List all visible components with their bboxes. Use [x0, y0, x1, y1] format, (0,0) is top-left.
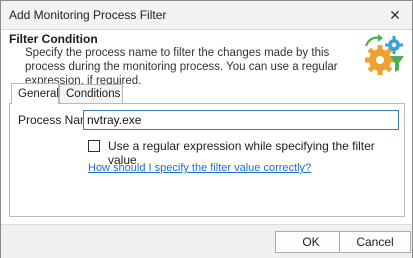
use-regex-checkbox[interactable]: [88, 140, 100, 152]
header-description: Specify the process name to filter the c…: [25, 47, 338, 87]
cancel-button[interactable]: Cancel: [339, 231, 411, 253]
tab-conditions[interactable]: Conditions: [59, 84, 123, 103]
header-section: Filter Condition Specify the process nam…: [1, 30, 412, 87]
close-icon[interactable]: ✕: [384, 5, 406, 25]
filter-help-link[interactable]: How should I specify the filter value co…: [88, 162, 311, 174]
header-title: Filter Condition: [9, 32, 98, 46]
window-title: Add Monitoring Process Filter: [9, 8, 167, 22]
filter-gears-icon: [364, 34, 404, 75]
tab-general[interactable]: General: [11, 83, 59, 104]
process-name-input[interactable]: [83, 110, 399, 130]
button-bar: OK Cancel: [1, 224, 412, 258]
tab-conditions-label: Conditions: [66, 88, 121, 100]
tab-control: General Conditions Process Name: Use a r…: [9, 83, 405, 217]
add-monitoring-process-filter-dialog: Add Monitoring Process Filter ✕ Filter C…: [0, 0, 413, 258]
general-tab-panel: Process Name: Use a regular expression w…: [9, 103, 405, 217]
tab-general-label: General: [18, 88, 59, 100]
ok-button[interactable]: OK: [275, 231, 347, 253]
title-bar: Add Monitoring Process Filter ✕: [1, 1, 412, 30]
